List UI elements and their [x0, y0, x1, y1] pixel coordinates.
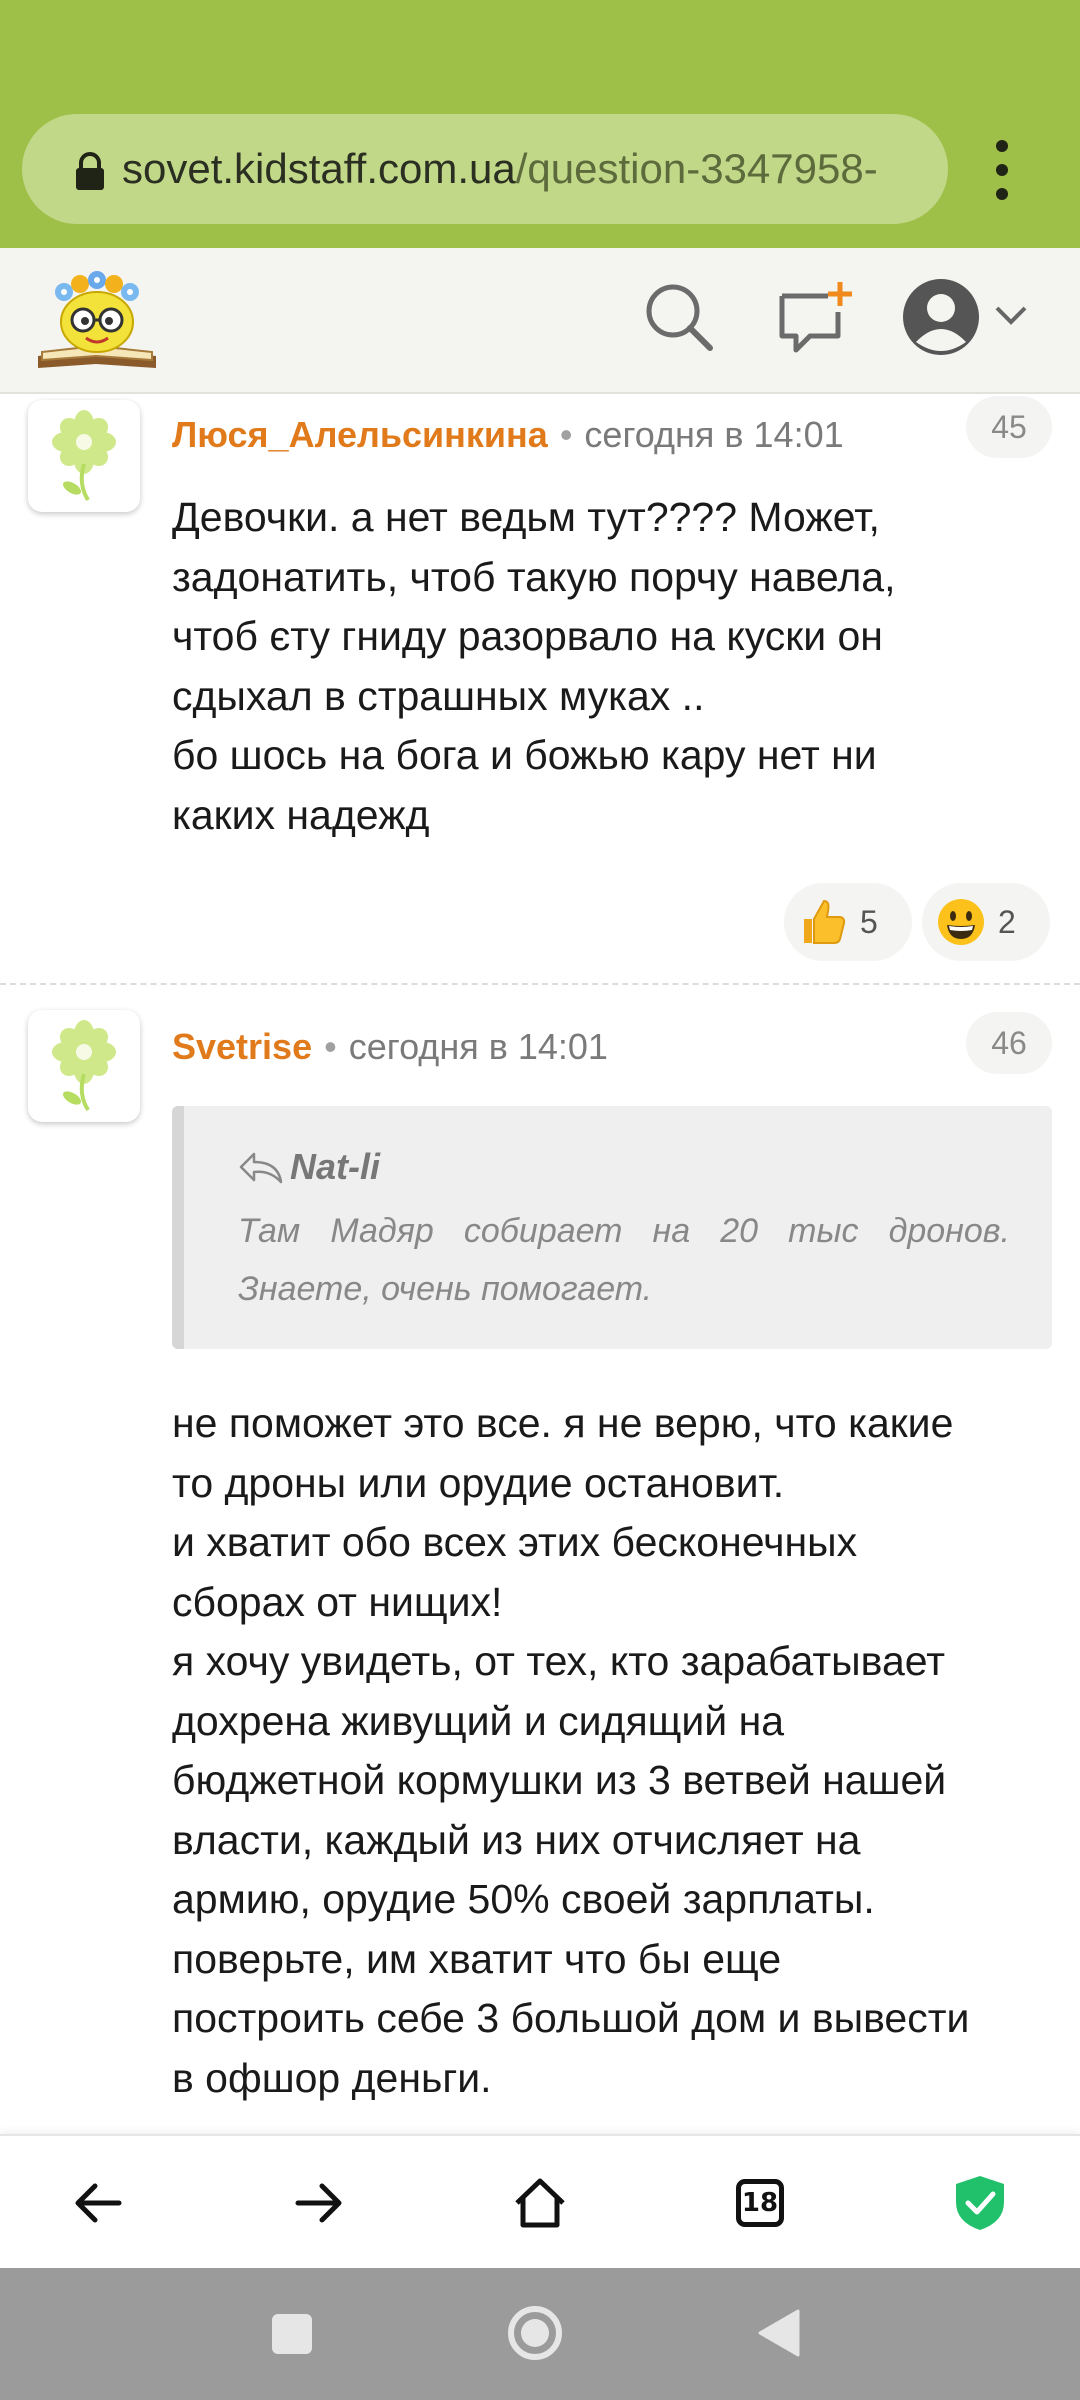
- url-domain: sovet.kidstaff.com.ua: [122, 145, 516, 192]
- quote-text: Там Мадяр собирает на 20 тыс дронов. Зна…: [238, 1212, 1010, 1308]
- shield-check-icon: [956, 2176, 1004, 2230]
- arrow-right-icon: [295, 2183, 342, 2223]
- lock-icon: [76, 152, 104, 190]
- comment-time: сегодня в 14:01: [584, 414, 844, 455]
- search-icon[interactable]: [642, 280, 716, 354]
- flower-avatar-icon: [52, 1020, 116, 1112]
- browser-top-bar: sovet.kidstaff.com.ua/question-3347958-: [0, 0, 1080, 248]
- comment-meta: Svetrise • сегодня в 14:01: [172, 1026, 608, 1068]
- tabs-count: 18: [736, 2179, 784, 2227]
- reply-arrow-icon: [239, 1152, 283, 1184]
- back-triangle-icon[interactable]: [756, 2308, 802, 2358]
- back-button[interactable]: [38, 2136, 158, 2270]
- address-bar[interactable]: sovet.kidstaff.com.ua/question-3347958-: [22, 114, 948, 224]
- arrow-left-icon: [75, 2183, 122, 2223]
- reaction-count: 5: [860, 903, 878, 940]
- flower-avatar-icon: [52, 410, 116, 502]
- url-path: /question-3347958-: [515, 145, 878, 192]
- comment-meta: Люся_Алельсинкина • сегодня в 14:01: [172, 414, 844, 456]
- quote-author: Nat-li: [238, 1146, 380, 1188]
- tabs-button[interactable]: 18: [700, 2136, 820, 2270]
- comment-45: Люся_Алельсинкина • сегодня в 14:01 45 Дев…: [0, 396, 1080, 981]
- forward-button[interactable]: [259, 2136, 379, 2270]
- comment-number[interactable]: 46: [966, 1012, 1052, 1074]
- separator-dot: •: [324, 1026, 337, 1067]
- user-avatar-icon[interactable]: [900, 276, 982, 358]
- quoted-message: Nat-li Там Мадяр собирает на 20 тыс дрон…: [172, 1106, 1052, 1349]
- system-navigation-bar: [0, 2268, 1080, 2400]
- chevron-down-icon[interactable]: [994, 304, 1028, 328]
- thumbs-up-icon: [804, 899, 846, 944]
- reaction-like[interactable]: 5: [784, 883, 912, 961]
- reaction-count: 2: [998, 903, 1016, 940]
- home-button[interactable]: [480, 2136, 600, 2270]
- grinning-face-icon: [938, 899, 984, 945]
- commenter-avatar[interactable]: [28, 400, 140, 512]
- home-circle-icon[interactable]: [506, 2304, 564, 2362]
- comment-author[interactable]: Svetrise: [172, 1026, 312, 1067]
- new-message-icon[interactable]: [776, 280, 856, 356]
- comment-time: сегодня в 14:01: [348, 1026, 608, 1067]
- separator-dot: •: [559, 414, 573, 455]
- home-icon: [515, 2178, 565, 2228]
- comment-divider: [0, 983, 1080, 985]
- site-header: [0, 248, 1080, 394]
- reaction-smile[interactable]: 2: [922, 883, 1050, 961]
- quote-author-name[interactable]: Nat-li: [290, 1146, 380, 1188]
- comment-text: не поможет это все. я не верю, что какие…: [172, 1400, 970, 2101]
- commenter-avatar[interactable]: [28, 1010, 140, 1122]
- browser-menu-icon[interactable]: [982, 140, 1022, 200]
- browser-toolbar: 18: [0, 2134, 1080, 2268]
- site-logo[interactable]: [34, 268, 160, 376]
- comment-number[interactable]: 45: [966, 396, 1052, 458]
- comment-text: Девочки. а нет ведьм тут???? Может, задо…: [172, 494, 896, 838]
- url-text: sovet.kidstaff.com.ua/question-3347958-: [122, 114, 922, 224]
- comment-author[interactable]: Люся_Алельсинкина: [172, 414, 548, 455]
- security-shield-button[interactable]: [920, 2136, 1040, 2270]
- recent-apps-icon[interactable]: [270, 2312, 314, 2356]
